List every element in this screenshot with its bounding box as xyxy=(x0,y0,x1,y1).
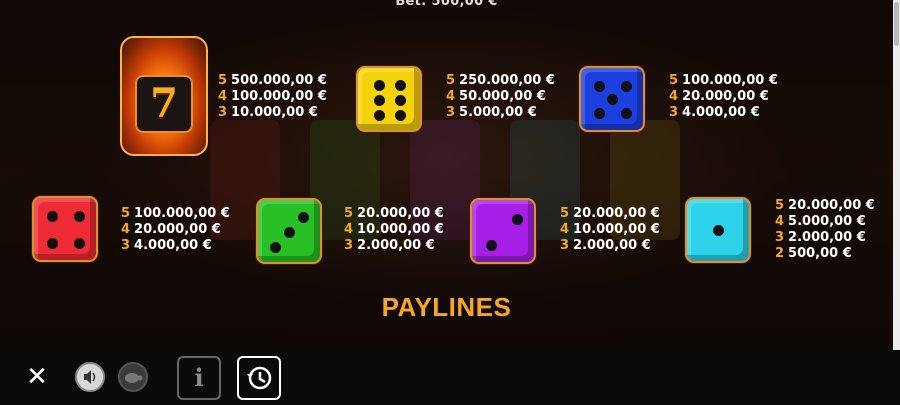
payout-row: 5 20.000,00 € xyxy=(344,206,444,221)
payout-row: 3 4.000,00 € xyxy=(669,105,760,120)
cyan-dice-icon xyxy=(685,197,751,263)
seven-symbol-icon: 7 xyxy=(120,36,208,156)
cyan-payout-list: 5 20.000,00 € 4 5.000,00 € 3 2.000,00 € 2 50… xyxy=(775,198,875,262)
scrollbar-thumb[interactable] xyxy=(894,2,899,46)
history-icon[interactable] xyxy=(237,356,281,400)
payout-row: 5 100.000,00 € xyxy=(121,206,230,221)
payout-row: 5 100.000,00 € xyxy=(669,73,778,88)
payout-row: 3 2.000,00 € xyxy=(560,238,651,253)
speaker-icon[interactable] xyxy=(75,362,105,392)
red-payout-list: 5 100.000,00 € 4 20.000,00 € 3 4.000,00 € xyxy=(121,206,230,254)
payout-row: 3 2.000,00 € xyxy=(775,230,866,245)
purple-payout-list: 5 20.000,00 € 4 10.000,00 € 3 2.000,00 € xyxy=(560,206,660,254)
seven-glyph: 7 xyxy=(135,75,193,133)
payout-row: 3 4.000,00 € xyxy=(121,238,212,253)
payout-row: 3 10.000,00 € xyxy=(218,105,318,120)
scrollbar[interactable] xyxy=(893,0,900,350)
payout-row: 3 5.000,00 € xyxy=(446,105,537,120)
payout-row: 4 20.000,00 € xyxy=(121,222,221,237)
payout-row: 4 10.000,00 € xyxy=(344,222,444,237)
paytable-screen: Bet: 500,00 € 7 5 500.000,00 € 4 100.000,0… xyxy=(0,0,893,350)
yellow-payout-list: 5 250.000,00 € 4 50.000,00 € 3 5.000,00 € xyxy=(446,73,555,121)
payout-row: 4 100.000,00 € xyxy=(218,89,327,104)
payout-row: 5 500.000,00 € xyxy=(218,73,327,88)
payout-row: 4 5.000,00 € xyxy=(775,214,866,229)
red-dice-icon xyxy=(32,196,98,262)
turtle-icon[interactable] xyxy=(118,362,148,392)
green-dice-icon xyxy=(256,198,322,264)
bet-amount: Bet: 500,00 € xyxy=(395,0,498,9)
yellow-dice-icon xyxy=(356,66,422,132)
game-toolbar: ✕ i xyxy=(0,350,900,405)
payout-row: 5 250.000,00 € xyxy=(446,73,555,88)
payout-row: 5 20.000,00 € xyxy=(775,198,875,213)
purple-dice-icon xyxy=(470,198,536,264)
blue-payout-list: 5 100.000,00 € 4 20.000,00 € 3 4.000,00 € xyxy=(669,73,778,121)
blue-dice-icon xyxy=(579,66,645,132)
payout-row: 3 2.000,00 € xyxy=(344,238,435,253)
payout-row: 4 50.000,00 € xyxy=(446,89,546,104)
section-title-paylines: PAYLINES xyxy=(381,292,512,322)
payout-row: 2 500,00 € xyxy=(775,246,852,261)
close-icon[interactable]: ✕ xyxy=(25,364,49,390)
payout-row: 5 20.000,00 € xyxy=(560,206,660,221)
info-icon[interactable]: i xyxy=(177,356,221,400)
payout-row: 4 20.000,00 € xyxy=(669,89,769,104)
payout-row: 4 10.000,00 € xyxy=(560,222,660,237)
seven-payout-list: 5 500.000,00 € 4 100.000,00 € 3 10.000,00 € xyxy=(218,73,327,121)
green-payout-list: 5 20.000,00 € 4 10.000,00 € 3 2.000,00 € xyxy=(344,206,444,254)
